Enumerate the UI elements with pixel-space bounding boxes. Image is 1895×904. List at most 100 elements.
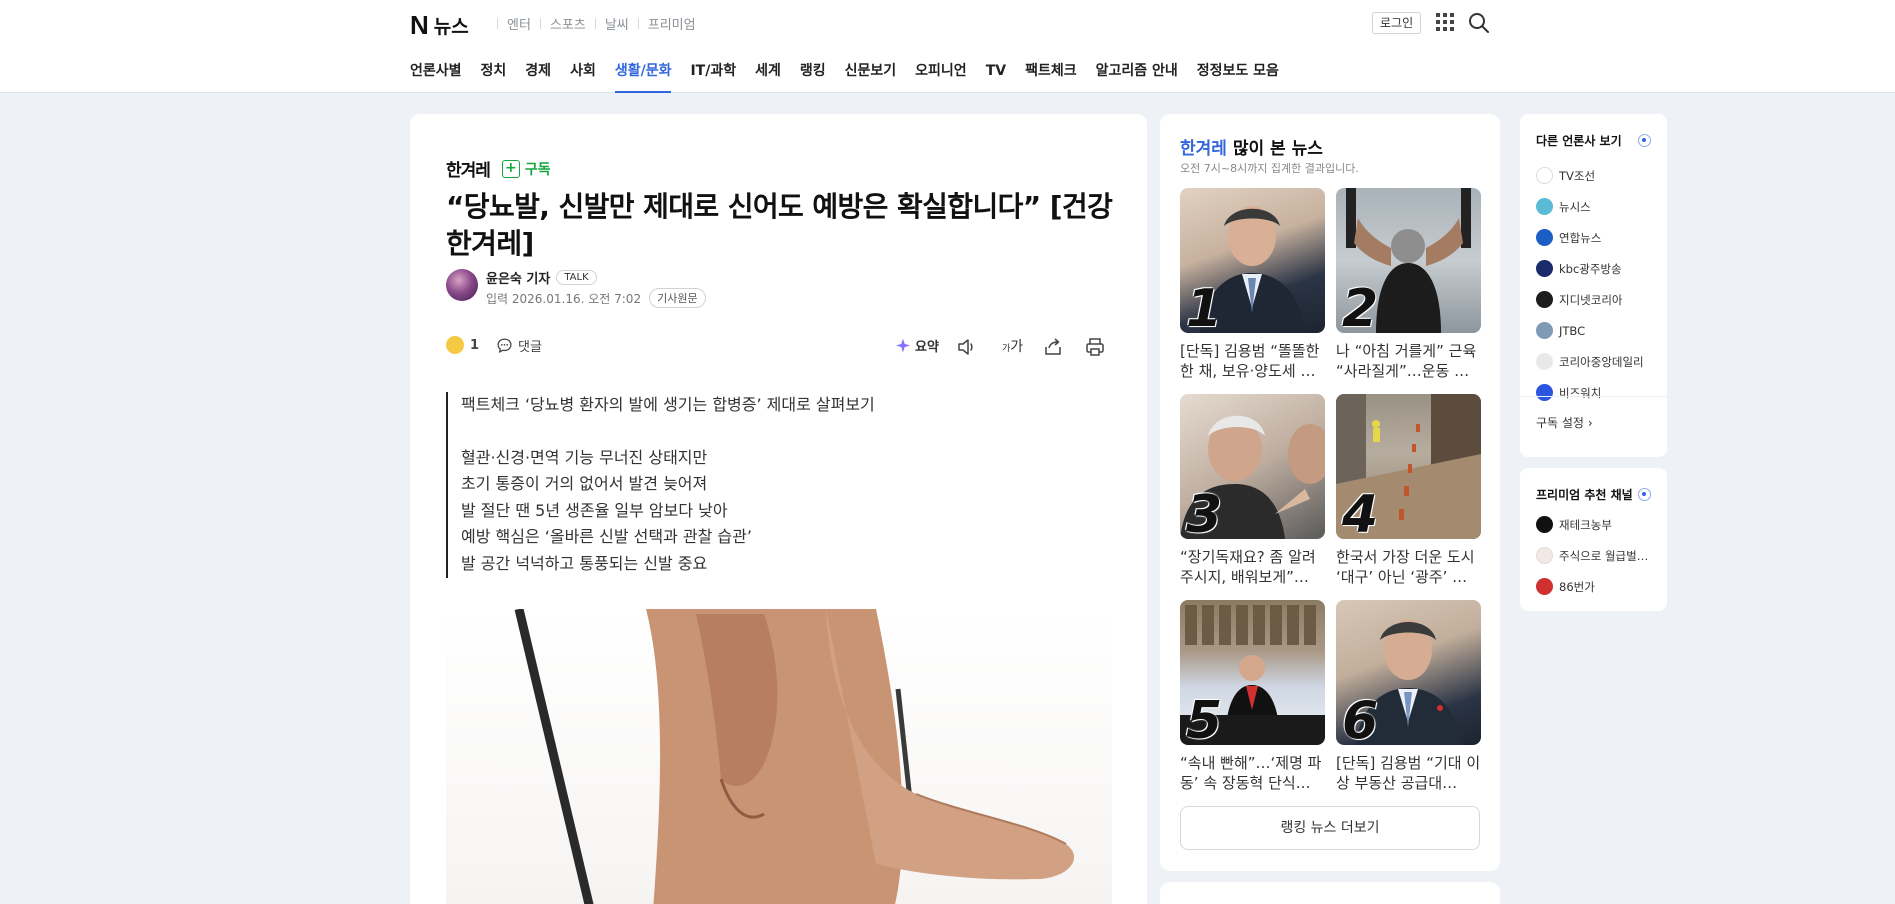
subscribe-button[interactable]: + 구독 bbox=[501, 159, 551, 179]
jtbc-logo-icon bbox=[1536, 322, 1553, 339]
press-row: 한겨레 + 구독 bbox=[446, 156, 551, 181]
ranking-thumbnail: 3 bbox=[1180, 394, 1325, 539]
nav-item-tv[interactable]: TV bbox=[986, 60, 1006, 93]
talk-button[interactable]: TALK bbox=[556, 270, 597, 285]
reporter-row: 윤은숙 기자 TALK bbox=[486, 268, 597, 287]
press-item-yonhap[interactable]: 연합뉴스 bbox=[1536, 222, 1644, 253]
nav-item-press[interactable]: 언론사별 bbox=[410, 60, 462, 93]
press-name: JTBC bbox=[1559, 323, 1586, 338]
login-button[interactable]: 로그인 bbox=[1372, 12, 1422, 34]
nav-item-economy[interactable]: 경제 bbox=[525, 60, 551, 93]
news-service-label: 뉴스 bbox=[433, 16, 469, 38]
summary-button[interactable]: 요약 bbox=[896, 336, 939, 355]
reaction-button[interactable]: 1 bbox=[446, 336, 479, 354]
ranking-item[interactable]: 4 한국서 가장 더운 도시 ‘대구’ 아닌 ‘광주’ … bbox=[1336, 394, 1481, 587]
section-nav: 언론사별 정치 경제 사회 생활/문화 IT/과학 세계 랭킹 신문보기 오피니… bbox=[410, 60, 1298, 93]
refresh-icon[interactable] bbox=[1638, 134, 1651, 147]
premium-list: 재테크농부 주식으로 월급벌… 86번가 bbox=[1536, 509, 1648, 602]
summary-line: 초기 통증이 거의 없어서 발견 늦어져 bbox=[461, 474, 708, 494]
ranking-press-name[interactable]: 한겨레 bbox=[1180, 139, 1227, 159]
channel-name: 주식으로 월급벌… bbox=[1559, 548, 1649, 563]
global-header: N 뉴스 엔터 스포츠 날씨 프리미엄 로그인 언론사별 정치 경제 사회 생활… bbox=[0, 0, 1895, 93]
subscription-settings-link[interactable]: 구독 설정 › bbox=[1536, 414, 1593, 431]
koreajoongang-logo-icon bbox=[1536, 353, 1553, 370]
ranking-item[interactable]: 5 “속내 빤해”…‘제명 파동’ 속 장동혁 단식… bbox=[1180, 600, 1325, 793]
article-photo-feet[interactable] bbox=[446, 609, 1112, 904]
font-size-button[interactable]: 가가 bbox=[1002, 336, 1023, 356]
channel-logo-icon bbox=[1536, 578, 1553, 595]
nav-item-corrections[interactable]: 정정보도 모음 bbox=[1197, 60, 1279, 93]
chevron-right-icon: › bbox=[1587, 416, 1593, 430]
ranking-item[interactable]: 6 [단독] 김용범 “기대 이상 부동산 공급대… bbox=[1336, 600, 1481, 793]
nav-item-opinion[interactable]: 오피니언 bbox=[915, 60, 967, 93]
date-row: 입력 2026.01.16. 오전 7:02 기사원문 bbox=[486, 288, 706, 308]
naver-n-logo: N bbox=[410, 10, 429, 40]
comment-label: 댓글 bbox=[518, 340, 542, 355]
font-size-large-glyph: 가 bbox=[1010, 339, 1024, 355]
nav-item-world[interactable]: 세계 bbox=[755, 60, 781, 93]
feet-illustration bbox=[514, 609, 1075, 904]
divider bbox=[497, 18, 498, 29]
lightbulb-icon bbox=[446, 336, 464, 354]
press-logo[interactable]: 한겨레 bbox=[446, 156, 491, 181]
refresh-icon[interactable] bbox=[1638, 488, 1651, 501]
press-item-zdnet[interactable]: 지디넷코리아 bbox=[1536, 284, 1644, 315]
print-icon[interactable] bbox=[1084, 336, 1106, 358]
ranking-thumbnail: 5 bbox=[1180, 600, 1325, 745]
link-entertainment[interactable]: 엔터 bbox=[507, 14, 531, 33]
speaker-icon[interactable] bbox=[956, 336, 978, 358]
ranking-thumbnail: 6 bbox=[1336, 600, 1481, 745]
original-article-button[interactable]: 기사원문 bbox=[649, 288, 706, 308]
premium-item[interactable]: 주식으로 월급벌… bbox=[1536, 540, 1648, 571]
ranking-headline: “속내 빤해”…‘제명 파동’ 속 장동혁 단식… bbox=[1180, 754, 1322, 792]
naver-news-logo[interactable]: N 뉴스 bbox=[410, 10, 469, 41]
ranking-title: 한겨레 많이 본 뉴스 bbox=[1180, 134, 1323, 159]
sparkle-icon bbox=[896, 338, 910, 353]
nav-item-factcheck[interactable]: 팩트체크 bbox=[1025, 60, 1077, 93]
premium-item[interactable]: 86번가 bbox=[1536, 571, 1648, 602]
press-item-tvchosun[interactable]: TV조선 bbox=[1536, 160, 1644, 191]
nav-item-algorithm[interactable]: 알고리즘 안내 bbox=[1096, 60, 1178, 93]
press-item-kbc[interactable]: kbc광주방송 bbox=[1536, 253, 1644, 284]
press-item-newsis[interactable]: 뉴시스 bbox=[1536, 191, 1644, 222]
summary-line: 팩트체크 ‘당뇨병 환자의 발에 생기는 합병증’ 제대로 살펴보기 bbox=[461, 395, 875, 414]
premium-item[interactable]: 재테크농부 bbox=[1536, 509, 1648, 540]
summary-line: 예방 핵심은 ‘올바른 신발 선택과 관찰 습관’ bbox=[461, 527, 752, 547]
rank-number: 3 bbox=[1186, 485, 1223, 539]
comment-button[interactable]: 댓글 bbox=[496, 336, 542, 355]
other-press-panel: 다른 언론사 보기 TV조선 뉴시스 연합뉴스 kbc광주방송 지디넷코리아 J… bbox=[1520, 114, 1667, 457]
nav-item-newspaper[interactable]: 신문보기 bbox=[845, 60, 897, 93]
rank-number: 4 bbox=[1342, 485, 1379, 539]
link-weather[interactable]: 날씨 bbox=[605, 14, 629, 33]
ranking-more-button[interactable]: 랭킹 뉴스 더보기 bbox=[1180, 806, 1480, 850]
ranking-item[interactable]: 1 [단독] 김용범 “똘똘한 한 채, 보유·양도세 … bbox=[1180, 188, 1325, 381]
subscribe-label: 구독 bbox=[524, 161, 551, 178]
ranking-item[interactable]: 2 나 “아침 거를게” 근육 “사라질게”…운동 … bbox=[1336, 188, 1481, 381]
channel-name: 86번가 bbox=[1559, 579, 1595, 594]
ranking-headline: 나 “아침 거를게” 근육 “사라질게”…운동 … bbox=[1336, 342, 1477, 380]
bizwatch-logo-icon bbox=[1536, 384, 1553, 401]
nav-item-it-science[interactable]: IT/과학 bbox=[690, 60, 736, 93]
share-icon[interactable] bbox=[1042, 336, 1064, 358]
summary-label: 요약 bbox=[915, 340, 939, 355]
ranking-headline: [단독] 김용범 “기대 이상 부동산 공급대… bbox=[1336, 754, 1481, 792]
search-icon[interactable] bbox=[1467, 11, 1491, 35]
nav-item-society[interactable]: 사회 bbox=[570, 60, 596, 93]
nav-item-politics[interactable]: 정치 bbox=[481, 60, 507, 93]
ranking-title-rest: 많이 본 뉴스 bbox=[1226, 139, 1323, 159]
ranking-card: 한겨레 많이 본 뉴스 오전 7시~8시까지 집계한 결과입니다. 1 [단독]… bbox=[1160, 114, 1500, 871]
reporter-avatar[interactable] bbox=[446, 269, 478, 301]
press-name: 비즈워치 bbox=[1559, 385, 1602, 400]
press-item-koreajoongang[interactable]: 코리아중앙데일리 bbox=[1536, 346, 1644, 377]
link-premium[interactable]: 프리미엄 bbox=[648, 14, 696, 33]
nav-item-ranking[interactable]: 랭킹 bbox=[800, 60, 826, 93]
ranking-item[interactable]: 3 “장기독재요? 좀 알려주시지, 배워보게”… bbox=[1180, 394, 1325, 587]
link-sports[interactable]: 스포츠 bbox=[550, 14, 586, 33]
press-item-bizwatch[interactable]: 비즈워치 bbox=[1536, 377, 1644, 408]
ranking-thumbnail: 4 bbox=[1336, 394, 1481, 539]
press-item-jtbc[interactable]: JTBC bbox=[1536, 315, 1644, 346]
ranking-thumbnail: 2 bbox=[1336, 188, 1481, 333]
apps-grid-icon[interactable] bbox=[1436, 13, 1454, 31]
nav-item-life-culture[interactable]: 생활/문화 bbox=[614, 60, 671, 93]
reporter-name[interactable]: 윤은숙 기자 bbox=[486, 268, 550, 287]
